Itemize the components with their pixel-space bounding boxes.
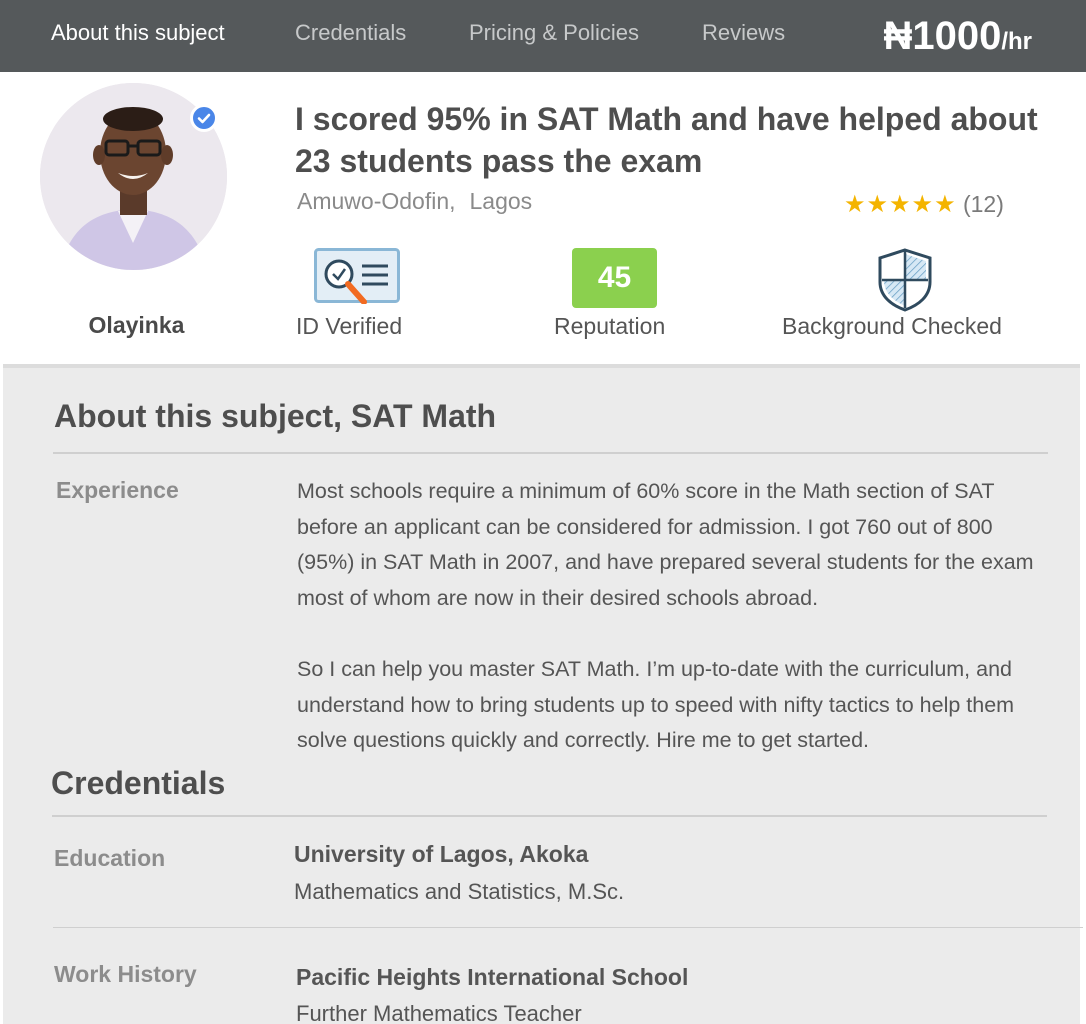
tutor-name[interactable]: Olayinka xyxy=(40,312,233,339)
verified-check-icon xyxy=(190,104,218,132)
id-card-magnifier-icon xyxy=(314,248,400,309)
work-role: Further Mathematics Teacher xyxy=(296,1001,582,1024)
background-checked-label: Background Checked xyxy=(782,313,1002,339)
reputation-label: Reputation xyxy=(554,313,666,339)
location-city: Lagos xyxy=(469,188,533,214)
review-count: (12) xyxy=(962,191,1004,217)
divider xyxy=(52,815,1047,817)
tab-about-this-subject[interactable]: About this subject xyxy=(51,20,225,46)
reputation-score: 45 xyxy=(572,248,657,308)
shield-icon xyxy=(877,248,933,317)
star-rating-icon: ★★★★★ xyxy=(844,191,957,218)
id-verified-label: ID Verified xyxy=(296,313,403,339)
price-amount: 1000 xyxy=(912,14,1002,58)
top-nav: About this subject Credentials Pricing &… xyxy=(0,0,1086,72)
checkmark-icon xyxy=(197,113,211,124)
location-area: Amuwo-Odofin, xyxy=(297,188,456,214)
education-label: Education xyxy=(54,845,166,871)
experience-label: Experience xyxy=(56,477,179,503)
price-unit: /hr xyxy=(1001,28,1032,55)
currency-symbol: ₦ xyxy=(883,14,913,58)
tutor-location: Amuwo-Odofin, Lagos xyxy=(297,188,532,215)
profile-headline: I scored 95% in SAT Math and have helped… xyxy=(295,101,1038,179)
divider xyxy=(53,452,1048,454)
credentials-section-title: Credentials xyxy=(51,765,226,801)
rating[interactable]: ★★★★★ (12) xyxy=(844,190,1004,219)
hourly-rate: ₦1000/hr xyxy=(883,14,1032,59)
work-history-label: Work History xyxy=(54,961,197,987)
education-school: University of Lagos, Akoka xyxy=(294,841,589,867)
experience-paragraph-1: Most schools require a minimum of 60% sc… xyxy=(297,479,1034,611)
divider xyxy=(53,927,1083,928)
tab-reviews[interactable]: Reviews xyxy=(702,20,785,46)
experience-paragraph-2: So I can help you master SAT Math. I’m u… xyxy=(297,657,1015,753)
education-degree: Mathematics and Statistics, M.Sc. xyxy=(294,879,625,904)
tab-credentials[interactable]: Credentials xyxy=(295,20,406,46)
work-employer: Pacific Heights International School xyxy=(296,964,689,990)
about-section-title: About this subject, SAT Math xyxy=(54,398,497,434)
tab-pricing-policies[interactable]: Pricing & Policies xyxy=(469,20,639,46)
